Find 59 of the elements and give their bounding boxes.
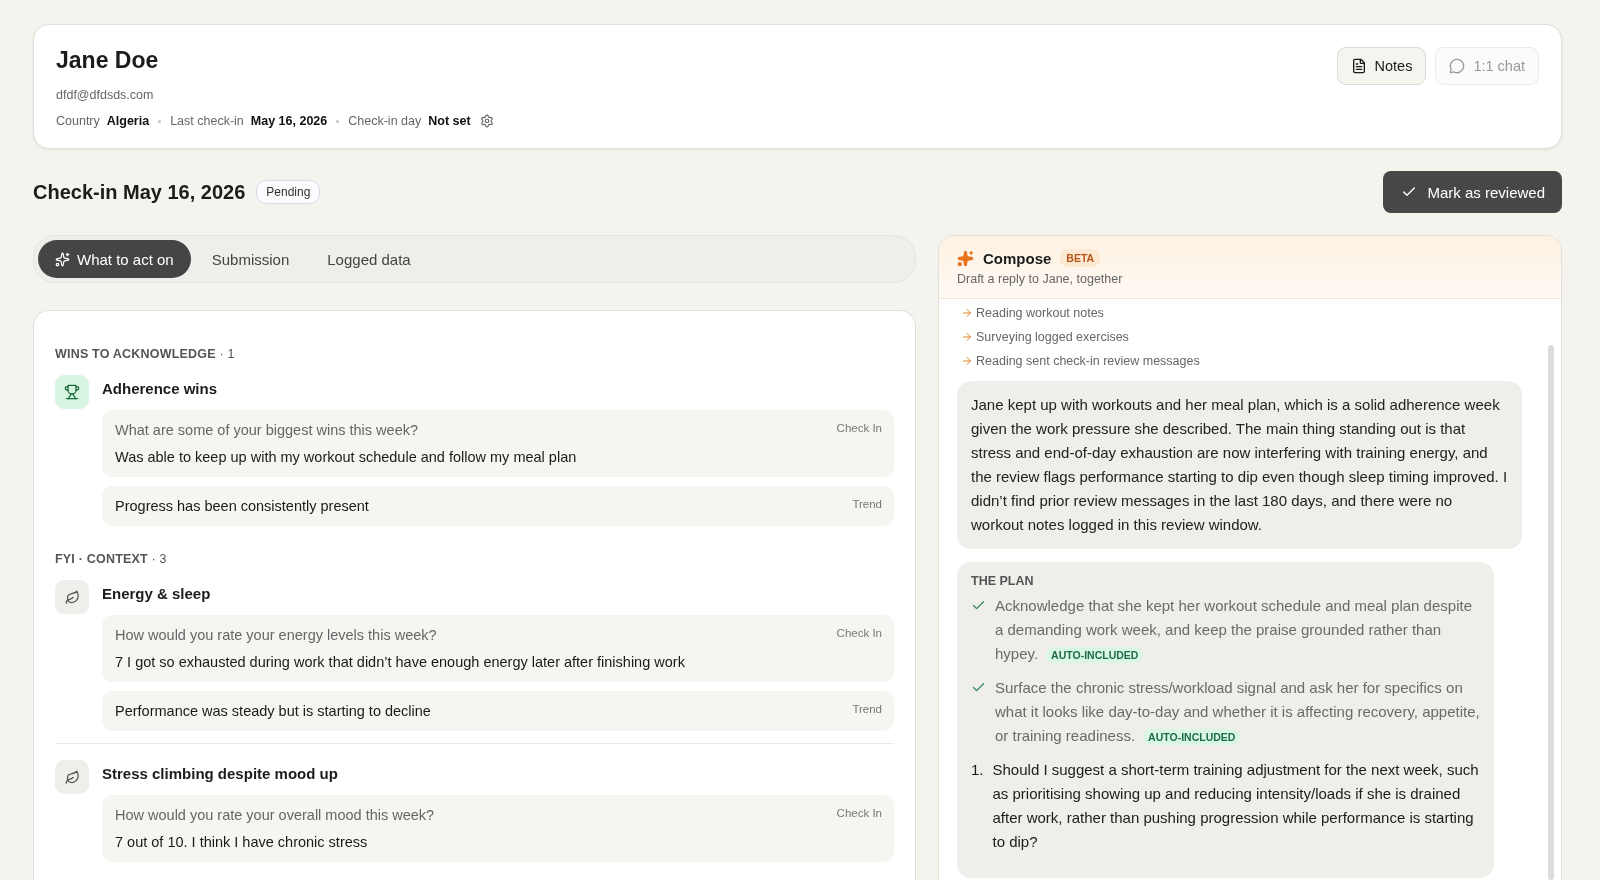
sparkle-icon bbox=[55, 251, 70, 267]
item-title: Energy & sleep bbox=[102, 585, 212, 602]
arrow-icon bbox=[961, 331, 973, 343]
client-email: dfdf@dfdsds.com bbox=[56, 88, 155, 102]
source-label: Trend bbox=[852, 498, 882, 512]
source-label: Trend bbox=[852, 703, 882, 717]
notes-button[interactable]: Notes bbox=[1336, 47, 1427, 85]
settings-icon[interactable] bbox=[479, 114, 494, 128]
source-label: Check In bbox=[836, 627, 882, 641]
item-title: Adherence wins bbox=[102, 380, 219, 397]
meta-value: May 16, 2026 bbox=[250, 114, 328, 128]
separator-dot bbox=[336, 119, 340, 123]
status-badge: Pending bbox=[256, 180, 321, 204]
answer-text: 7 out of 10. I think I have chronic stress bbox=[115, 834, 369, 850]
list-number: 1. bbox=[971, 760, 984, 780]
answer-text: 7 I got so exhausted during work that didn’t have enough energy later after finishing work bbox=[115, 654, 685, 670]
compose-subtitle: Draft a reply to Jane, together bbox=[957, 272, 1124, 286]
compose-title: Compose bbox=[983, 249, 1052, 267]
source-label: Check In bbox=[836, 422, 882, 436]
separator-dot bbox=[158, 119, 162, 123]
tab[interactable]: Logged data bbox=[310, 240, 428, 278]
meta-label: Last check-in bbox=[170, 114, 244, 128]
meta-label: Country bbox=[56, 114, 100, 128]
progress-step: Reading workout notes bbox=[976, 306, 1104, 320]
answer-text: Progress has been consistently present bbox=[115, 498, 369, 514]
progress-step: Reading sent check-in review messages bbox=[976, 354, 1200, 368]
plan-item-text: Acknowledge that she kept her workout schedule and meal plan despite a demanding work week, and keep the praise grounded rather than hypey. AUTO-INCLUDED bbox=[995, 596, 1473, 665]
section-heading: WINS TO ACKNOWLEDGE · 1 bbox=[55, 347, 236, 361]
meta-value: Not set bbox=[428, 114, 471, 128]
meta-value: Algeria bbox=[106, 114, 150, 128]
beta-badge: BETA bbox=[1060, 249, 1101, 267]
section-heading: FYI · CONTEXT · 3 bbox=[55, 552, 168, 566]
meta-label: Check-in day bbox=[348, 114, 422, 128]
item-title: Stress climbing despite mood up bbox=[102, 765, 339, 782]
plan-item-text: Should I suggest a short-term training adjustment for the next week, such as prioritising showing up and reducing intensity/loads if she is drained after work, rather than pushing progression while performance is starting to dip? bbox=[992, 760, 1480, 852]
checkin-title: Check-in May 16, 2026 bbox=[33, 180, 246, 204]
answer-text: Performance was steady but is starting to decline bbox=[115, 703, 431, 719]
tab[interactable]: Submission bbox=[194, 240, 307, 278]
sparkle-icon bbox=[957, 249, 974, 267]
client-name: Jane Doe bbox=[56, 47, 160, 74]
chat-icon bbox=[1449, 58, 1466, 74]
summary-message: Jane kept up with workouts and her meal plan, which is a solid adherence week given the work pressure she described. The main thing standing out is that stress and end-of-day exhaustion are now interfering with training energy, and the review flags performance starting to dip even though sleep timing improved. I didn’t find prior review messages in the last 180 days, and there were no workout notes logged in this review window. bbox=[957, 381, 1522, 549]
leaf-icon bbox=[64, 589, 80, 605]
question-text: What are some of your biggest wins this week? bbox=[115, 422, 420, 438]
plan-heading: THE PLAN bbox=[971, 574, 1035, 588]
tab[interactable]: What to act on bbox=[38, 240, 191, 278]
progress-step: Surveying logged exercises bbox=[976, 330, 1129, 344]
leaf-icon bbox=[64, 769, 80, 785]
trophy-icon bbox=[64, 384, 80, 400]
scrollbar[interactable] bbox=[1548, 345, 1554, 880]
question-text: How would you rate your overall mood this week? bbox=[115, 807, 435, 823]
arrow-icon bbox=[961, 355, 973, 367]
document-icon bbox=[1350, 58, 1367, 74]
mark-reviewed-button[interactable]: Mark as reviewed bbox=[1383, 171, 1562, 213]
arrow-icon bbox=[961, 307, 973, 319]
answer-text: Was able to keep up with my workout schedule and follow my meal plan bbox=[115, 449, 577, 465]
plan-item-text: Surface the chronic stress/workload signal and ask her for specifics on what it looks like day-to-day and whether it is affecting recovery, appetite, or training readiness. AUTO-INCLUDED bbox=[995, 678, 1480, 747]
question-text: How would you rate your energy levels this week? bbox=[115, 627, 438, 643]
source-label: Check In bbox=[836, 807, 882, 821]
